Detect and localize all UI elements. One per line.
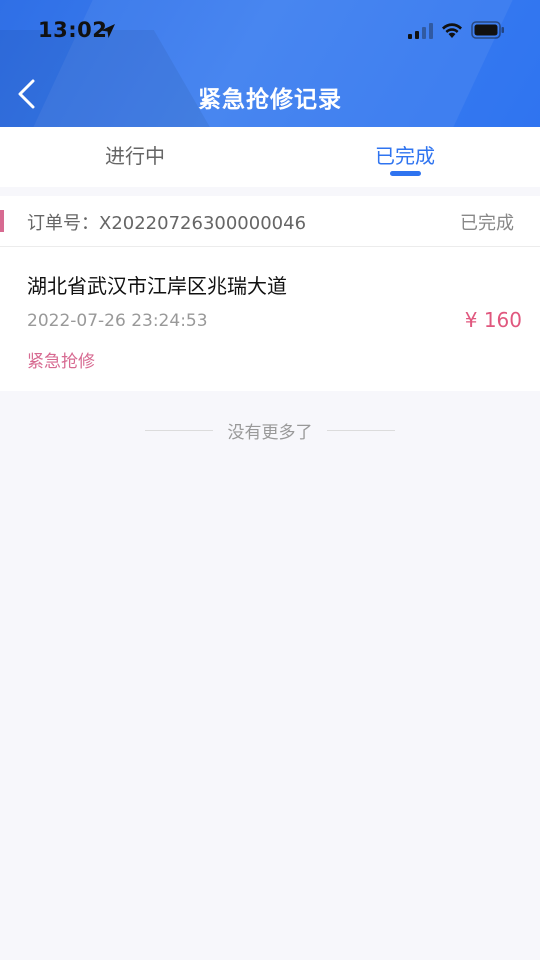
- status-time: 13:02: [38, 18, 108, 42]
- order-status: 已完成: [460, 213, 514, 234]
- status-tabs: 进行中 已完成: [0, 127, 540, 187]
- wifi-icon: [442, 23, 462, 38]
- service-type-label: 紧急抢修: [27, 352, 95, 372]
- order-card[interactable]: 订单号：X20220726300000046 已完成 湖北省武汉市江岸区兆瑞大道…: [0, 196, 540, 391]
- active-tab-indicator: [390, 171, 421, 176]
- tab-in-progress[interactable]: 进行中: [0, 127, 270, 187]
- order-price: ¥ 160: [464, 308, 522, 332]
- page-title: 紧急抢修记录: [198, 87, 342, 113]
- order-datetime: 2022-07-26 23:24:53: [27, 311, 208, 331]
- cellular-signal-icon: [408, 23, 433, 39]
- location-arrow-icon: [101, 24, 115, 38]
- app-header: 13:02 紧急抢修记录: [0, 0, 540, 127]
- status-bar: 13:02: [0, 0, 540, 62]
- order-card-header: 订单号：X20220726300000046 已完成: [0, 196, 540, 247]
- divider-right: [327, 430, 395, 431]
- battery-icon: [471, 21, 504, 39]
- accent-bar: [0, 210, 4, 232]
- order-address: 湖北省武汉市江岸区兆瑞大道: [27, 274, 287, 298]
- order-number: 订单号：X20220726300000046: [27, 213, 307, 234]
- tab-completed[interactable]: 已完成: [270, 127, 540, 187]
- nav-bar: 紧急抢修记录: [0, 62, 540, 127]
- list-end-indicator: 没有更多了: [145, 418, 395, 443]
